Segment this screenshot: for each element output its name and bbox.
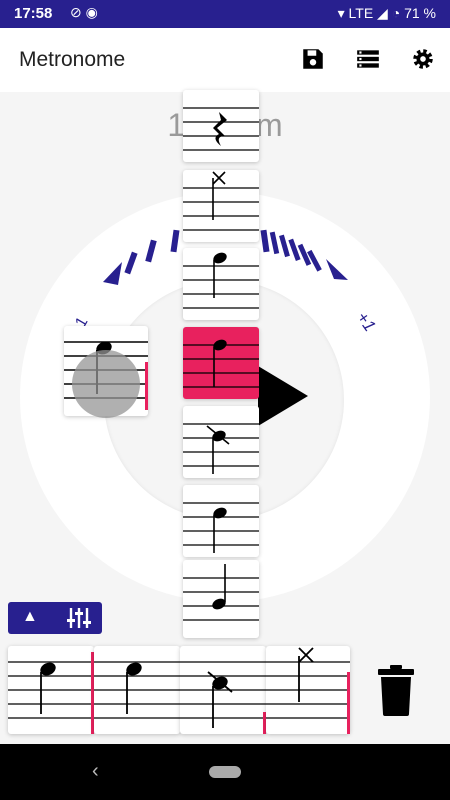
crossed-note-option[interactable] xyxy=(183,406,259,478)
low-note-option[interactable] xyxy=(183,560,259,638)
play-icon[interactable] xyxy=(258,366,308,426)
beat-slot-1[interactable] xyxy=(8,646,94,734)
app-title: Metronome xyxy=(19,48,126,71)
beat-slot-2[interactable] xyxy=(94,646,180,734)
accent-note-option[interactable] xyxy=(183,327,259,399)
home-pill-icon[interactable] xyxy=(209,766,241,778)
equalizer-icon[interactable] xyxy=(66,606,92,630)
app-bar: Metronome xyxy=(0,28,450,92)
list-icon[interactable] xyxy=(355,46,381,72)
delete-icon[interactable] xyxy=(376,664,416,716)
status-right: ▾ LTE ◢ ◔ 71 % xyxy=(337,5,436,21)
system-nav-bar: ‹ xyxy=(0,744,450,800)
back-icon[interactable]: ‹ xyxy=(92,760,99,783)
quarter-note-option[interactable] xyxy=(183,248,259,320)
save-icon[interactable] xyxy=(300,46,326,72)
network-type: LTE xyxy=(348,5,374,21)
drag-handle[interactable] xyxy=(72,350,140,418)
collapse-arrow-icon[interactable]: ▲ xyxy=(22,608,38,626)
rest-option[interactable] xyxy=(183,90,259,162)
notification-icons: ⊘ ◉ xyxy=(70,4,98,20)
status-time: 17:58 xyxy=(14,5,53,22)
beat-slot-3[interactable] xyxy=(180,646,266,734)
decrease-arrow-icon xyxy=(103,262,122,285)
increase-arrow-icon xyxy=(326,259,348,280)
ghost-note-option[interactable] xyxy=(183,170,259,242)
sound-controls-button[interactable]: ▲ xyxy=(8,602,102,634)
quarter-note-option-2[interactable] xyxy=(183,485,259,557)
settings-icon[interactable] xyxy=(410,46,436,72)
status-bar: 17:58 ⊘ ◉ ▾ LTE ◢ ◔ 71 % xyxy=(0,0,450,28)
beat-slot-4[interactable] xyxy=(266,646,350,734)
battery-level: 71 % xyxy=(404,5,436,21)
